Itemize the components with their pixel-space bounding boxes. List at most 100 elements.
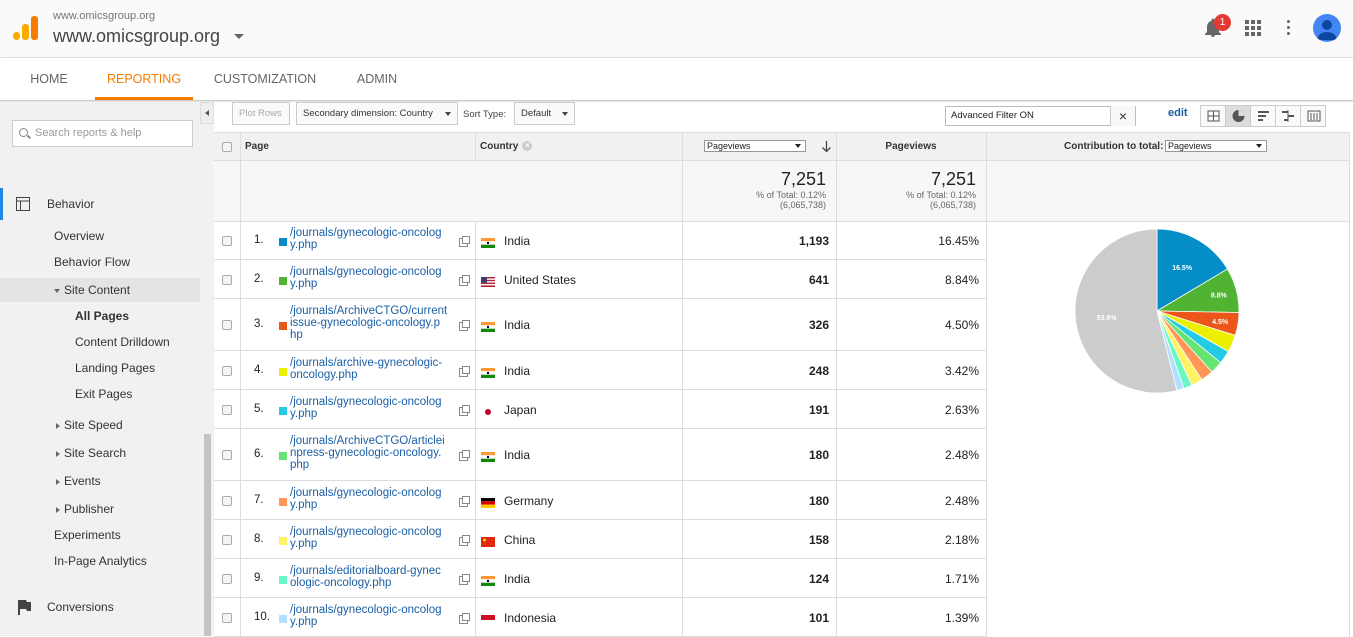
row-checkbox[interactable]: [222, 495, 232, 506]
page-link[interactable]: /journals/archive-gynecologic-oncology.p…: [290, 357, 460, 381]
open-external-icon[interactable]: [459, 612, 470, 624]
col-header-page[interactable]: Page: [240, 133, 475, 161]
country-cell[interactable]: China: [504, 533, 535, 547]
open-external-icon[interactable]: [459, 365, 470, 377]
sidebar-item-landing-pages[interactable]: Landing Pages: [75, 361, 155, 375]
apps-grid-icon[interactable]: [1245, 20, 1261, 36]
sidebar-item-experiments[interactable]: Experiments: [54, 528, 121, 542]
table-row: 7. /journals/gynecologic-oncolog y.php Ge…: [214, 481, 986, 520]
row-color-swatch: [279, 497, 287, 506]
property-selector[interactable]: www.omicsgroup.org: [53, 26, 220, 47]
country-cell[interactable]: United States: [504, 273, 576, 287]
pageviews-cell: 180: [808, 493, 829, 508]
collapse-sidebar-button[interactable]: [200, 102, 214, 124]
select-all-checkbox[interactable]: [222, 142, 232, 152]
edit-filter-link[interactable]: edit: [1168, 107, 1188, 119]
open-external-icon[interactable]: [459, 573, 470, 585]
contribution-pie-chart: 16.5% 8.8% 4.5% 53.9%: [1074, 228, 1240, 394]
row-checkbox[interactable]: [222, 450, 232, 460]
more-vert-icon[interactable]: [1287, 20, 1291, 36]
country-cell[interactable]: India: [504, 318, 530, 332]
property-dropdown-icon[interactable]: [234, 34, 244, 39]
clear-filter-icon[interactable]: ×: [1110, 106, 1135, 126]
row-checkbox[interactable]: [222, 365, 232, 376]
col-header-country[interactable]: Country ×: [475, 133, 682, 161]
open-external-icon[interactable]: [459, 320, 470, 331]
tab-home[interactable]: HOME: [18, 58, 80, 100]
page-link[interactable]: /journals/gynecologic-oncolog y.php: [290, 396, 460, 420]
metric-select[interactable]: Pageviews: [704, 140, 806, 152]
open-external-icon[interactable]: [459, 274, 470, 286]
tab-customization[interactable]: CUSTOMIZATION: [208, 58, 322, 100]
comparison-view-icon[interactable]: [1276, 106, 1301, 126]
open-external-icon[interactable]: [459, 495, 470, 507]
pageviews-cell: 158: [808, 532, 829, 547]
row-checkbox[interactable]: [222, 573, 232, 584]
sidebar-item-events[interactable]: Events: [56, 474, 101, 488]
page-link[interactable]: /journals/ArchiveCTGO/articlei npress-gyn…: [290, 435, 460, 471]
sidebar-item-exit-pages[interactable]: Exit Pages: [75, 387, 132, 401]
plot-rows-button[interactable]: Plot Rows: [232, 102, 290, 125]
analytics-logo-icon[interactable]: [13, 16, 39, 40]
sidebar-item-site-search[interactable]: Site Search: [56, 446, 126, 460]
sidebar-item-site-content[interactable]: Site Content: [0, 278, 200, 302]
pie-view-icon[interactable]: [1226, 106, 1251, 126]
row-checkbox[interactable]: [222, 404, 232, 415]
notification-badge: 1: [1214, 14, 1231, 31]
performance-view-icon[interactable]: [1251, 106, 1276, 126]
remove-dimension-icon[interactable]: ×: [522, 141, 533, 152]
row-checkbox[interactable]: [222, 612, 232, 623]
top-bar: www.omicsgroup.org www.omicsgroup.org 1: [0, 0, 1353, 58]
table-row: 8. /journals/gynecologic-oncolog y.php Ch…: [214, 520, 986, 559]
filter-input[interactable]: Advanced Filter ON ×: [945, 106, 1136, 126]
country-cell[interactable]: India: [504, 234, 530, 248]
country-cell[interactable]: India: [504, 364, 530, 378]
search-input[interactable]: Search reports & help: [12, 120, 193, 147]
page-link[interactable]: /journals/editorialboard-gynec ologic-onc…: [290, 565, 460, 589]
row-checkbox[interactable]: [222, 320, 232, 330]
page-link[interactable]: /journals/gynecologic-oncolog y.php: [290, 604, 460, 628]
row-checkbox[interactable]: [222, 274, 232, 285]
pie-slice-label: 53.9%: [1097, 315, 1118, 322]
sort-type-select[interactable]: Default: [514, 102, 575, 125]
avatar[interactable]: [1313, 14, 1341, 42]
col-header-metric: Pageviews: [682, 133, 836, 161]
country-cell[interactable]: Japan: [504, 403, 537, 417]
row-checkbox[interactable]: [222, 235, 232, 246]
page-link[interactable]: /journals/gynecologic-oncolog y.php: [290, 487, 460, 511]
country-cell[interactable]: Indonesia: [504, 611, 556, 625]
country-cell[interactable]: Germany: [504, 494, 553, 508]
percent-cell: 16.45%: [938, 233, 979, 248]
table-view-icon[interactable]: [1201, 106, 1226, 126]
open-external-icon[interactable]: [459, 404, 470, 416]
sidebar-item-in-page-analytics[interactable]: In-Page Analytics: [54, 554, 147, 568]
open-external-icon[interactable]: [459, 450, 470, 461]
contribution-metric-select[interactable]: Pageviews: [1165, 140, 1267, 152]
page-link[interactable]: /journals/gynecologic-oncolog y.php: [290, 526, 460, 550]
sidebar-scrollbar[interactable]: [204, 434, 211, 636]
sidebar-item-publisher[interactable]: Publisher: [56, 502, 114, 516]
sidebar-item-overview[interactable]: Overview: [54, 229, 104, 243]
sidebar-item-behavior-flow[interactable]: Behavior Flow: [54, 255, 130, 269]
country-cell[interactable]: India: [504, 572, 530, 586]
page-link[interactable]: /journals/ArchiveCTGO/current issue-gynec…: [290, 305, 460, 341]
chevron-right-icon: [56, 450, 60, 457]
sidebar-item-site-speed[interactable]: Site Speed: [56, 418, 123, 432]
country-cell[interactable]: India: [504, 448, 530, 462]
open-external-icon[interactable]: [459, 534, 470, 546]
tab-admin[interactable]: ADMIN: [345, 58, 409, 100]
secondary-dimension-select[interactable]: Secondary dimension: Country: [296, 102, 458, 125]
sidebar-item-all-pages[interactable]: All Pages: [75, 309, 129, 323]
page-link[interactable]: /journals/gynecologic-oncolog y.php: [290, 266, 460, 290]
row-number: 8.: [254, 532, 264, 545]
page-link[interactable]: /journals/gynecologic-oncolog y.php: [290, 227, 460, 251]
col-header-pageviews[interactable]: Pageviews: [836, 133, 986, 161]
pie-slice-label: 16.5%: [1172, 265, 1193, 272]
sidebar-item-content-drilldown[interactable]: Content Drilldown: [75, 335, 170, 349]
pivot-view-icon[interactable]: [1301, 106, 1326, 126]
open-external-icon[interactable]: [459, 235, 470, 247]
sidebar-item-behavior[interactable]: Behavior: [0, 188, 200, 220]
tab-reporting[interactable]: REPORTING: [95, 58, 193, 100]
sort-desc-icon[interactable]: [822, 141, 831, 153]
row-checkbox[interactable]: [222, 534, 232, 545]
